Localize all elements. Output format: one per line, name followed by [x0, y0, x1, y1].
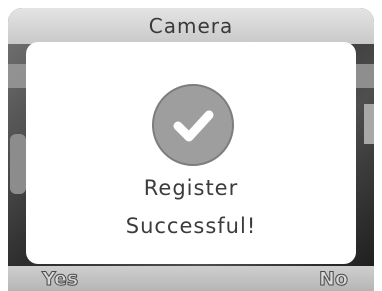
- softkey-bar: Yes No: [8, 266, 374, 291]
- dialog-message-line-1: Register: [143, 176, 239, 200]
- screen-title: Camera: [148, 14, 234, 38]
- device-screen: Camera Register Successful! Yes No: [8, 8, 374, 291]
- yes-softkey[interactable]: Yes: [41, 268, 78, 291]
- success-dialog: Register Successful!: [26, 42, 356, 264]
- background-shape: [364, 104, 374, 144]
- background-shape: [10, 134, 26, 194]
- title-bar: Camera: [8, 8, 374, 44]
- checkmark-glyph: [173, 110, 214, 142]
- device-frame: Camera Register Successful! Yes No: [0, 0, 382, 291]
- no-softkey[interactable]: No: [319, 268, 349, 291]
- checkmark-icon: [152, 84, 234, 166]
- dialog-message-line-2: Successful!: [125, 214, 257, 238]
